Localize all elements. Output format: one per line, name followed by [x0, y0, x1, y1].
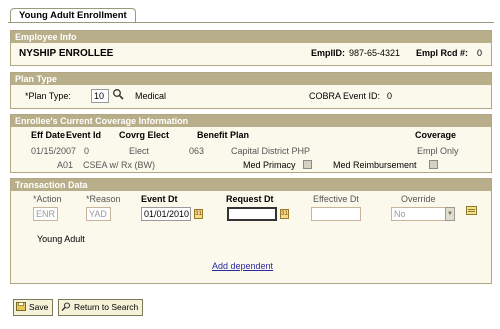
dependent-name: Young Adult — [37, 234, 85, 244]
empl-rcd-label: Empl Rcd #: — [416, 48, 469, 58]
event-dt-input[interactable]: 01/01/2010 — [141, 207, 191, 221]
action-field: ENR — [33, 207, 58, 221]
col-coverage: Coverage — [415, 130, 457, 140]
plan-type-label: *Plan Type: — [25, 91, 71, 101]
col-effective-dt: Effective Dt — [313, 194, 359, 204]
empl-rcd-value: 0 — [477, 48, 483, 58]
transaction-header: Transaction Data — [11, 179, 491, 191]
col-action: *Action — [33, 194, 62, 204]
emplid-value: 987-65-4321 — [349, 48, 401, 58]
col-benefit-plan: Benefit Plan — [197, 130, 250, 140]
col-eff-date: Eff Date — [31, 130, 66, 140]
effective-dt-field — [311, 207, 361, 221]
request-dt-input[interactable] — [227, 207, 277, 221]
med-reimbursement-checkbox — [429, 160, 438, 169]
search-icon[interactable] — [112, 88, 124, 102]
option-name-value: CSEA w/ Rx (BW) — [83, 160, 156, 170]
save-icon — [16, 301, 26, 311]
emplid-label: EmplID: — [311, 48, 346, 58]
transaction-panel: Transaction Data *Action *Reason Event D… — [10, 178, 492, 284]
add-dependent-link[interactable]: Add dependent — [212, 261, 273, 271]
col-reason: *Reason — [86, 194, 121, 204]
eff-date-value: 01/15/2007 — [31, 146, 77, 156]
col-covrg-elect: Covrg Elect — [119, 130, 170, 140]
col-request-dt: Request Dt — [226, 194, 274, 204]
employee-info-header: Employee Info — [11, 31, 491, 43]
med-primacy-checkbox — [303, 160, 312, 169]
cobra-event-value: 0 — [387, 91, 393, 101]
note-icon[interactable] — [466, 206, 477, 215]
col-override: Override — [401, 194, 436, 204]
employee-name: NYSHIP ENROLLEE — [19, 48, 114, 59]
plan-name-value: Capital District PHP — [231, 146, 311, 156]
search-return-icon — [61, 301, 71, 311]
tab-divider — [8, 22, 494, 23]
return-to-search-label: Return to Search — [74, 302, 139, 312]
save-button[interactable]: Save — [13, 299, 54, 316]
coverage-value: Empl Only — [417, 146, 459, 156]
med-primacy-label: Med Primacy — [243, 160, 296, 170]
tab-young-adult-enrollment[interactable]: Young Adult Enrollment — [10, 8, 136, 23]
coverage-panel: Enrollee's Current Coverage Information … — [10, 114, 492, 173]
plan-code-value: 063 — [189, 146, 205, 156]
event-id-value: 0 — [84, 146, 90, 156]
chevron-down-icon: ▼ — [445, 207, 455, 221]
plan-type-panel: Plan Type *Plan Type: 10 Medical COBRA E… — [10, 72, 492, 109]
coverage-header: Enrollee's Current Coverage Information — [11, 115, 491, 127]
save-label: Save — [29, 302, 49, 312]
plan-type-description: Medical — [135, 91, 167, 101]
med-reimbursement-label: Med Reimbursement — [333, 160, 417, 170]
cobra-event-label: COBRA Event ID: — [309, 91, 381, 101]
employee-info-panel: Employee Info NYSHIP ENROLLEE EmplID: 98… — [10, 30, 492, 66]
reason-field: YAD — [86, 207, 111, 221]
plan-type-header: Plan Type — [11, 73, 491, 85]
option-code-value: A01 — [57, 160, 74, 170]
col-event-dt: Event Dt — [141, 194, 178, 204]
request-dt-calendar-icon[interactable]: 31 — [280, 209, 289, 219]
event-dt-calendar-icon[interactable]: 31 — [194, 209, 203, 219]
covrg-elect-value: Elect — [129, 146, 150, 156]
return-to-search-button[interactable]: Return to Search — [58, 299, 144, 316]
override-select: No — [391, 207, 447, 221]
col-event-id: Event Id — [66, 130, 102, 140]
plan-type-input[interactable]: 10 — [91, 89, 109, 103]
